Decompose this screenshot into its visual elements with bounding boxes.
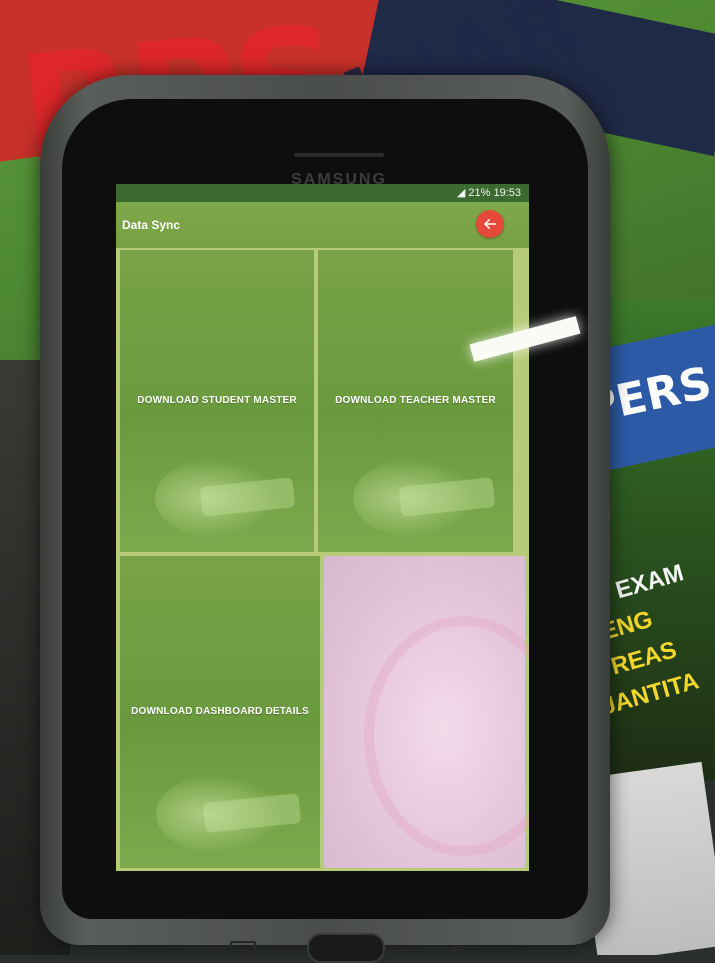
download-teacher-master-tile[interactable]: DOWNLOAD TEACHER MASTER [318, 250, 513, 552]
back-arrow-icon [484, 218, 496, 230]
download-dashboard-details-tile[interactable]: DOWNLOAD DASHBOARD DETAILS [120, 556, 320, 868]
tile-label: DOWNLOAD STUDENT MASTER [137, 394, 297, 406]
empty-panel-background [324, 556, 529, 868]
status-bar: ◢ 21% 19:53 [116, 184, 529, 202]
page-title: Data Sync [122, 218, 181, 232]
earpiece-speaker [294, 153, 384, 157]
tablet-screen: ◢ 21% 19:53 Data Sync DOWNLOAD STUDENT M… [116, 184, 529, 871]
signal-icon: ◢ [456, 187, 469, 199]
download-student-master-tile[interactable]: DOWNLOAD STUDENT MASTER [120, 250, 314, 552]
sync-tile-grid: DOWNLOAD STUDENT MASTER DOWNLOAD TEACHER… [120, 250, 529, 868]
home-button[interactable] [307, 933, 385, 963]
app-bar: Data Sync [116, 202, 529, 248]
back-button[interactable] [476, 210, 504, 238]
status-text: 21% 19:53 [468, 187, 521, 199]
recent-apps-key-icon[interactable] [230, 941, 256, 955]
tile-label: DOWNLOAD DASHBOARD DETAILS [131, 705, 309, 717]
wallpaper-ring [364, 616, 529, 856]
tile-label: DOWNLOAD TEACHER MASTER [335, 394, 496, 406]
back-key-icon[interactable]: ↩ [452, 941, 464, 958]
